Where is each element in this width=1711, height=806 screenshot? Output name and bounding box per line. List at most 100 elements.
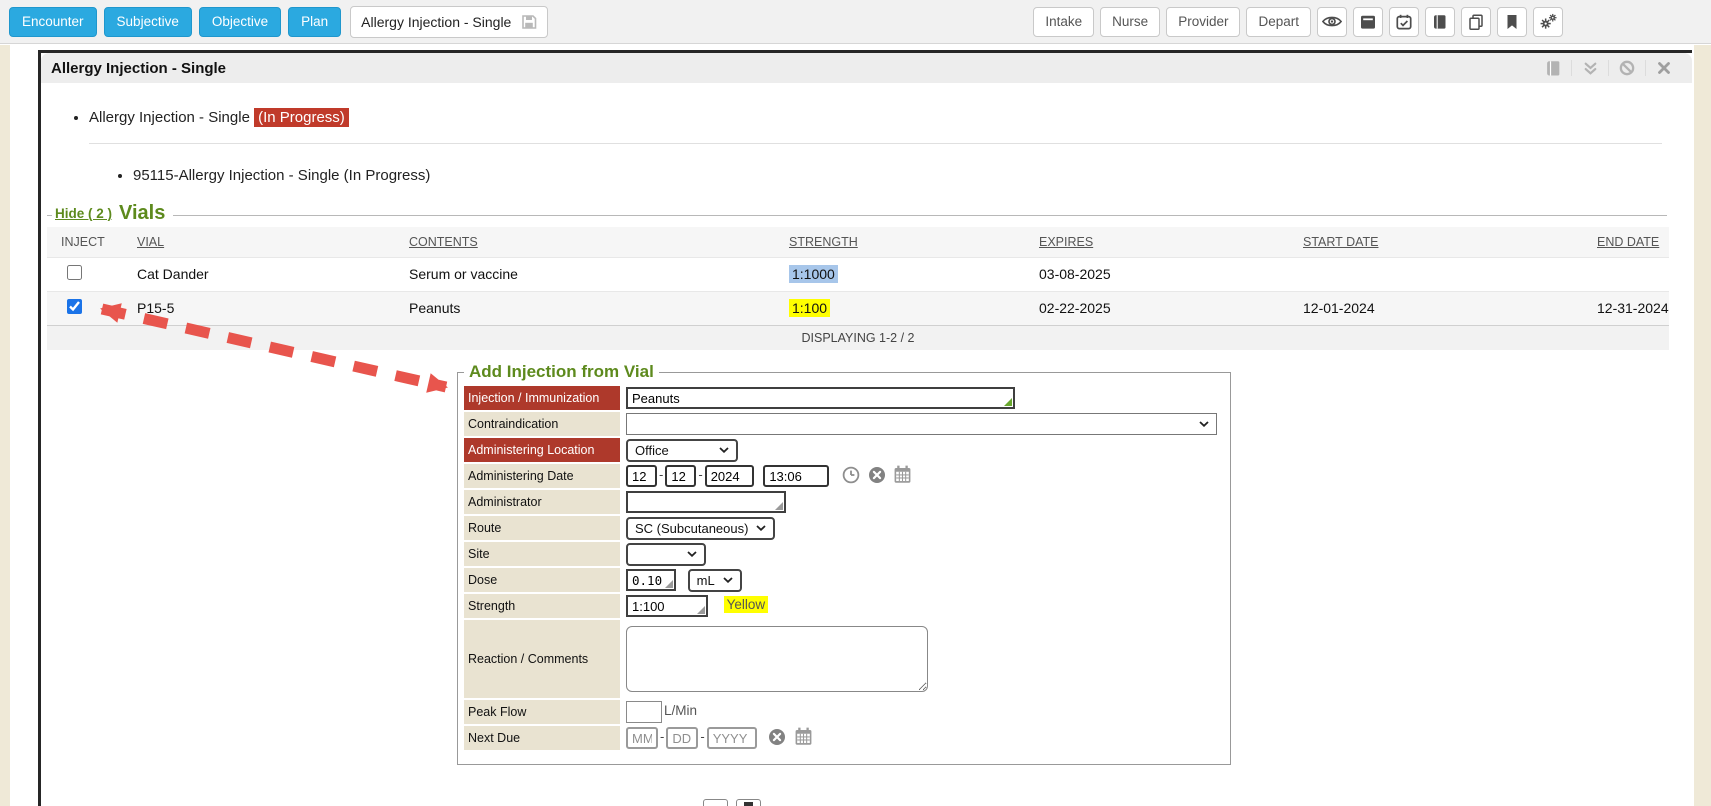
administering-location-select[interactable]: Office [626, 439, 738, 462]
column-header-contents[interactable]: CONTENTS [395, 227, 775, 257]
contraindication-label: Contraindication [464, 412, 620, 436]
toolbar-right-group: Intake Nurse Provider Depart [1033, 7, 1563, 37]
chevron-down-icon [1199, 421, 1209, 427]
column-header-strength[interactable]: STRENGTH [775, 227, 1025, 257]
contents-cell: Peanuts [395, 291, 775, 325]
peak-flow-label: Peak Flow [464, 700, 620, 724]
vial-row: Cat Dander Serum or vaccine 1:1000 03-08… [47, 257, 1669, 291]
chevron-down-icon [719, 447, 729, 453]
next-due-year-input[interactable] [707, 727, 757, 749]
panel-header-icons [1535, 60, 1682, 77]
depart-button[interactable]: Depart [1246, 7, 1311, 37]
inject-checkbox[interactable] [67, 299, 82, 314]
strength-input[interactable] [626, 595, 708, 617]
left-margin-strip [0, 45, 10, 806]
settings-gears-icon [1539, 13, 1558, 30]
chevron-down-icon [723, 577, 733, 583]
disable-icon[interactable] [1609, 60, 1645, 76]
calendar-check-button[interactable] [1389, 7, 1419, 37]
reaction-comments-textarea[interactable] [626, 626, 928, 692]
column-header-start-date[interactable]: START DATE [1289, 227, 1583, 257]
provider-button[interactable]: Provider [1166, 7, 1240, 37]
panel-book-icon[interactable] [1535, 60, 1571, 77]
objective-button[interactable]: Objective [199, 7, 281, 37]
subjective-button[interactable]: Subjective [104, 7, 192, 37]
strength-label: Strength [464, 594, 620, 618]
nurse-button[interactable]: Nurse [1100, 7, 1160, 37]
injection-immunization-input[interactable] [626, 387, 1015, 409]
close-icon[interactable] [1646, 61, 1682, 75]
copy-button[interactable] [1461, 7, 1491, 37]
plan-button[interactable]: Plan [288, 7, 341, 37]
route-select[interactable]: SC (Subcutaneous) [626, 517, 775, 540]
document-tab-label: Allergy Injection - Single [361, 14, 511, 30]
bookmark-button[interactable] [1497, 7, 1527, 37]
administering-date-year-input[interactable] [705, 465, 754, 487]
next-due-day-input[interactable] [666, 727, 698, 749]
column-header-expires[interactable]: EXPIRES [1025, 227, 1289, 257]
partial-bottom-button[interactable] [703, 799, 728, 806]
expires-cell: 02-22-2025 [1025, 291, 1289, 325]
strength-highlight: 1:1000 [789, 265, 838, 283]
table-paging-status: DISPLAYING 1-2 / 2 [47, 325, 1669, 350]
column-header-vial[interactable]: VIAL [123, 227, 395, 257]
vials-section: Hide ( 2 ) Vials INJECT VIAL CONTENTS ST… [47, 202, 1669, 350]
archive-box-button[interactable] [1353, 7, 1383, 37]
intake-button[interactable]: Intake [1033, 7, 1094, 37]
status-subitem-text: 95115-Allergy Injection - Single (In Pro… [133, 167, 430, 184]
page-title: Allergy Injection - Single [51, 60, 226, 77]
administering-date-label: Administering Date [464, 464, 620, 488]
strength-highlight: 1:100 [789, 299, 830, 317]
route-label: Route [464, 516, 620, 540]
status-list-item: Allergy Injection - Single (In Progress) [89, 109, 1692, 126]
dose-input[interactable] [626, 569, 676, 591]
calendar-icon[interactable] [794, 734, 813, 749]
settings-button[interactable] [1533, 7, 1563, 37]
clock-icon[interactable] [842, 472, 864, 487]
peak-flow-unit: L/Min [664, 703, 697, 718]
start-date-cell [1289, 257, 1583, 291]
inject-checkbox[interactable] [67, 265, 82, 280]
copy-icon [1468, 14, 1484, 30]
document-panel: Allergy Injection - Single Allergy Injec… [38, 50, 1692, 806]
collapse-chevrons-icon[interactable] [1572, 61, 1608, 76]
column-header-inject: INJECT [47, 227, 123, 257]
divider [47, 215, 52, 216]
dose-unit-value: mL [697, 573, 715, 588]
site-select[interactable] [626, 543, 706, 566]
clear-date-icon[interactable] [768, 734, 790, 749]
column-header-end-date[interactable]: END DATE [1583, 227, 1669, 257]
administrator-input[interactable] [626, 491, 786, 513]
peak-flow-input[interactable] [626, 701, 662, 723]
status-item-text: Allergy Injection - Single [89, 109, 250, 126]
hide-vials-link[interactable]: Hide ( 2 ) [55, 206, 112, 221]
administering-date-month-input[interactable] [626, 465, 657, 487]
book-button[interactable] [1425, 7, 1455, 37]
administering-location-value: Office [635, 443, 669, 458]
vial-cell: P15-5 [123, 291, 395, 325]
partial-bottom-button[interactable] [736, 799, 761, 806]
end-date-cell [1583, 257, 1669, 291]
calendar-icon[interactable] [893, 472, 912, 487]
encounter-button[interactable]: Encounter [9, 7, 97, 37]
document-tab[interactable]: Allergy Injection - Single [350, 6, 548, 38]
status-badge: (In Progress) [254, 108, 349, 127]
eye-icon [1322, 15, 1342, 28]
dose-unit-select[interactable]: mL [688, 569, 742, 592]
chevron-down-icon [687, 551, 697, 557]
administering-time-input[interactable] [763, 465, 829, 487]
site-label: Site [464, 542, 620, 566]
book-icon [1432, 14, 1448, 30]
archive-box-icon [1360, 14, 1376, 30]
contraindication-select[interactable] [626, 413, 1217, 435]
next-due-month-input[interactable] [626, 727, 658, 749]
panel-header: Allergy Injection - Single [41, 53, 1692, 83]
contents-cell: Serum or vaccine [395, 257, 775, 291]
administering-date-day-input[interactable] [665, 465, 696, 487]
clear-date-icon[interactable] [868, 472, 890, 487]
end-date-cell: 12-31-2024 [1583, 291, 1669, 325]
form-section-title: Add Injection from Vial [464, 362, 659, 382]
vials-table: INJECT VIAL CONTENTS STRENGTH EXPIRES ST… [47, 227, 1669, 350]
save-icon[interactable] [521, 14, 537, 30]
eye-button[interactable] [1317, 7, 1347, 37]
